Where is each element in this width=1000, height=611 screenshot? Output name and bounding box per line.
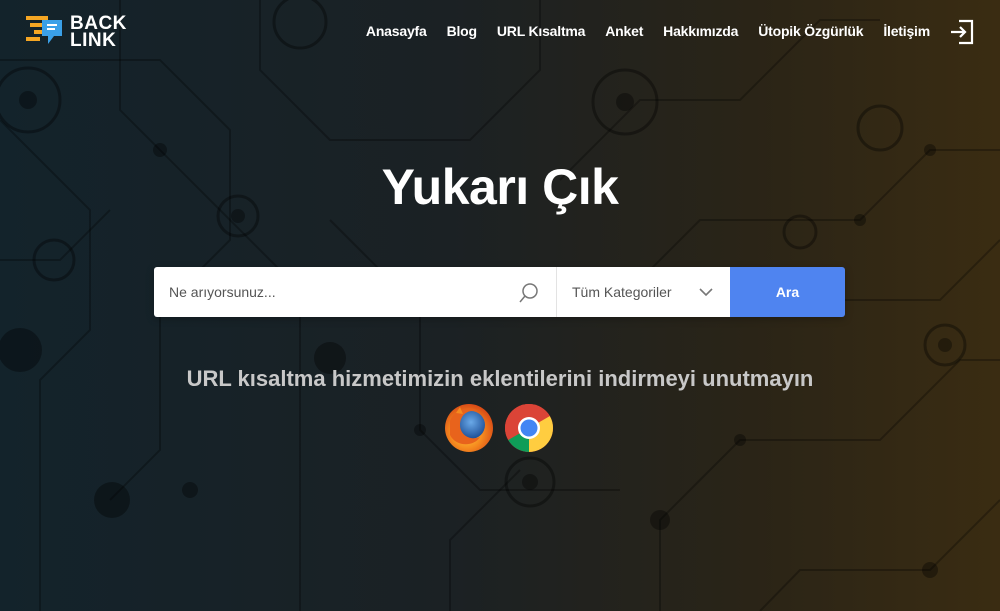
nav-item-anasayfa[interactable]: Anasayfa [366,23,427,39]
logo-line2: LINK [70,30,117,51]
nav-item-utopik-ozgurluk[interactable]: Ütopik Özgürlük [758,23,863,39]
nav-item-hakkimizda[interactable]: Hakkımızda [663,23,738,39]
logo-text: BACK LINK [70,14,127,51]
chevron-down-icon [699,288,713,297]
search-button[interactable]: Ara [730,267,845,317]
nav-item-url-kisaltma[interactable]: URL Kısaltma [497,23,586,39]
top-navigation: BACK LINK Anasayfa Blog URL Kısaltma Ank… [0,0,1000,64]
search-icon[interactable] [518,282,540,304]
main-menu: Anasayfa Blog URL Kısaltma Anket Hakkımı… [346,23,930,39]
chrome-icon[interactable] [504,403,554,453]
nav-item-anket[interactable]: Anket [605,23,643,39]
search-form: Tüm Kategoriler Ara [154,267,845,317]
search-input-wrapper [154,267,556,317]
site-logo[interactable]: BACK LINK [24,12,136,52]
firefox-icon[interactable] [444,403,494,453]
nav-item-iletisim[interactable]: İletişim [883,23,930,39]
extension-promo-text: URL kısaltma hizmetimizin eklentilerini … [186,366,814,391]
hero-title: Yukarı Çık [381,159,619,215]
login-icon[interactable] [949,19,975,45]
category-select[interactable]: Tüm Kategoriler [556,267,730,317]
logo-mark-icon [26,16,62,44]
search-input[interactable] [154,267,509,317]
category-label: Tüm Kategoriler [572,284,672,300]
nav-item-blog[interactable]: Blog [447,23,478,39]
